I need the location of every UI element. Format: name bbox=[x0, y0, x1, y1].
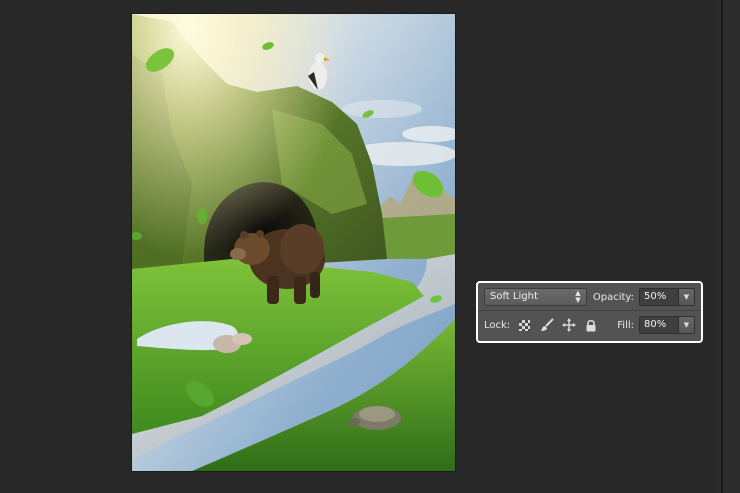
select-arrows-icon: ▲ ▼ bbox=[575, 289, 581, 304]
fill-label: Fill: bbox=[617, 319, 634, 331]
lock-all-icon[interactable] bbox=[583, 318, 598, 333]
blend-opacity-row: Soft Light ▲ ▼ Opacity: 50% ▼ bbox=[484, 286, 695, 308]
document-canvas[interactable] bbox=[132, 14, 455, 471]
blend-mode-value: Soft Light bbox=[490, 291, 538, 302]
lock-image-pixels-icon[interactable] bbox=[539, 318, 554, 333]
lock-position-icon[interactable] bbox=[561, 318, 576, 333]
lock-label: Lock: bbox=[484, 319, 511, 331]
blend-mode-select[interactable]: Soft Light ▲ ▼ bbox=[484, 288, 587, 306]
artwork-image bbox=[132, 14, 455, 471]
opacity-field[interactable]: 50% ▼ bbox=[639, 288, 695, 306]
panel-dock-edge bbox=[716, 0, 740, 493]
opacity-label: Opacity: bbox=[592, 291, 634, 303]
opacity-dropdown-icon[interactable]: ▼ bbox=[678, 289, 694, 305]
lock-buttons bbox=[517, 318, 598, 333]
fill-field[interactable]: 80% ▼ bbox=[639, 316, 695, 334]
fill-value[interactable]: 80% bbox=[640, 317, 678, 333]
opacity-value[interactable]: 50% bbox=[640, 289, 678, 305]
lock-transparent-pixels-icon[interactable] bbox=[517, 318, 532, 333]
panel-separator bbox=[478, 310, 701, 311]
dock-divider[interactable] bbox=[721, 0, 723, 493]
layers-panel-options: Soft Light ▲ ▼ Opacity: 50% ▼ Lock: Fill… bbox=[476, 281, 703, 343]
lock-fill-row: Lock: Fill: 80% ▼ bbox=[484, 314, 695, 336]
fill-dropdown-icon[interactable]: ▼ bbox=[678, 317, 694, 333]
